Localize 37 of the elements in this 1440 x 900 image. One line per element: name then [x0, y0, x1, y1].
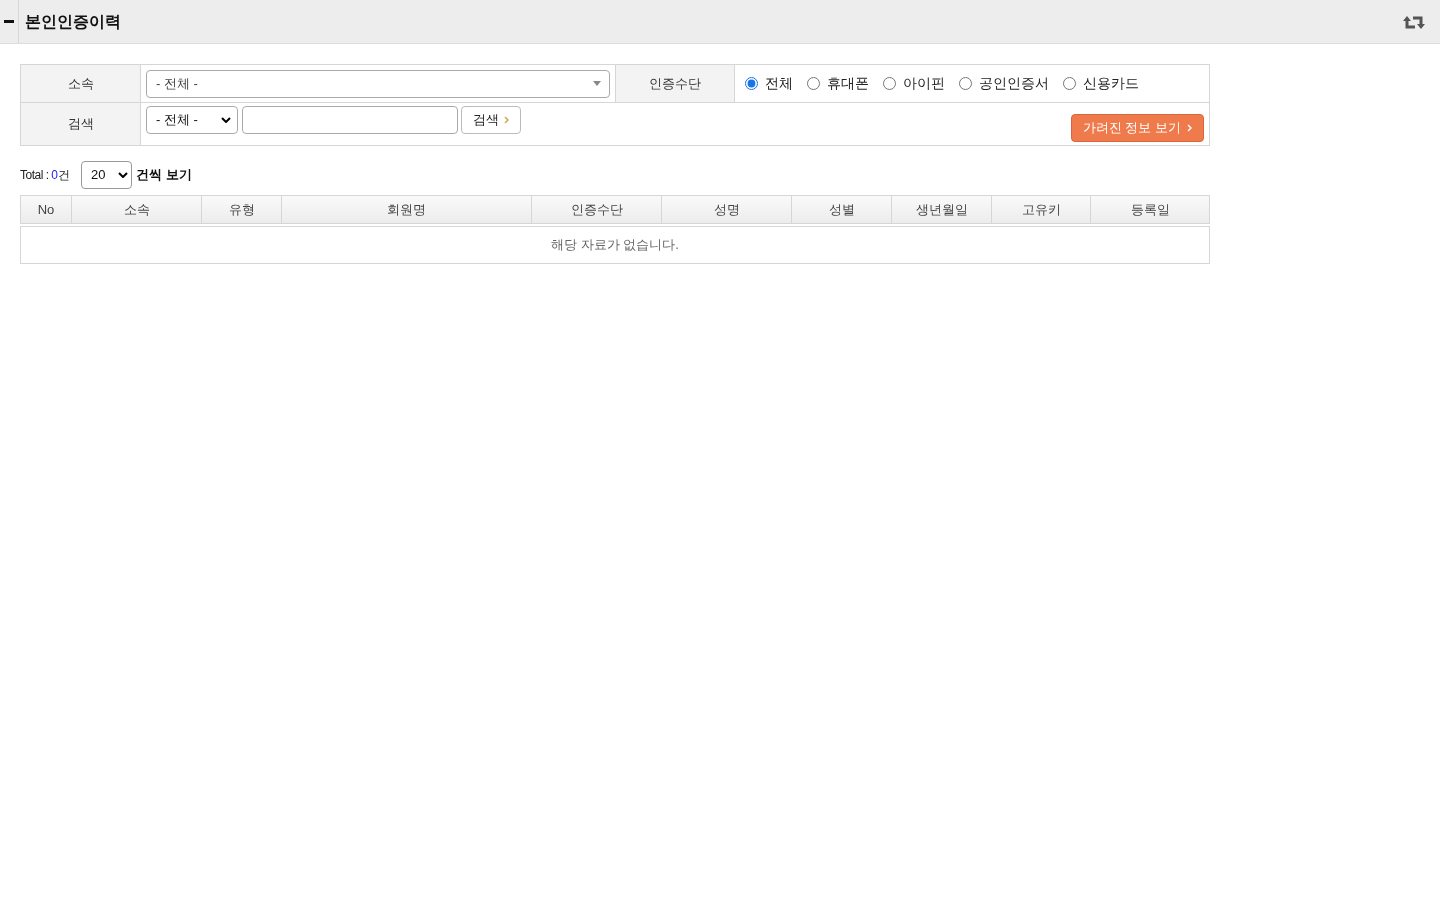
chevron-right-icon — [1187, 124, 1192, 132]
chevron-right-icon — [504, 116, 509, 124]
column-header: 성별 — [828, 200, 855, 219]
column-header: 성명 — [713, 200, 740, 219]
page-size-label: 건씩 보기 — [136, 166, 192, 185]
search-button[interactable]: 검색 — [461, 106, 521, 134]
chevron-down-icon — [118, 172, 129, 178]
page-size-dropdown[interactable]: 20 — [81, 161, 133, 189]
filter-label: 소속 — [67, 74, 94, 93]
radio-button[interactable] — [1063, 77, 1076, 90]
filter-label: 검색 — [67, 115, 94, 134]
filter-label: 인증수단 — [649, 74, 701, 93]
search-field-dropdown[interactable]: - 전체 - — [146, 106, 238, 134]
column-header: 인증수단 — [570, 200, 623, 219]
radio-label: 전체 — [765, 74, 793, 93]
radio-button[interactable] — [745, 77, 758, 90]
page-title: 본인인증이력 — [25, 11, 121, 32]
radio-button[interactable] — [807, 77, 820, 90]
search-input[interactable] — [242, 106, 458, 134]
radio-label: 공인인증서 — [979, 74, 1049, 93]
radio-button[interactable] — [883, 77, 896, 90]
radio-label: 신용카드 — [1083, 74, 1139, 93]
column-header: 생년월일 — [915, 200, 968, 219]
column-header: 회원명 — [387, 200, 426, 219]
column-header: No — [37, 200, 55, 219]
column-header: 유형 — [228, 200, 255, 219]
column-header: 등록일 — [1130, 200, 1170, 219]
radio-label: 휴대폰 — [827, 74, 869, 93]
empty-message: 해당 자료가 없습니다. — [551, 236, 679, 255]
total-count: Total : 0건 — [20, 167, 70, 184]
chevron-down-icon — [221, 117, 231, 123]
radio-label: 아이핀 — [903, 74, 945, 93]
column-header: 소속 — [123, 200, 150, 219]
radio-button[interactable] — [959, 77, 972, 90]
column-header: 고유키 — [1021, 200, 1061, 219]
affiliation-dropdown[interactable]: - 전체 - — [146, 69, 610, 98]
caret-down-icon — [593, 81, 601, 86]
